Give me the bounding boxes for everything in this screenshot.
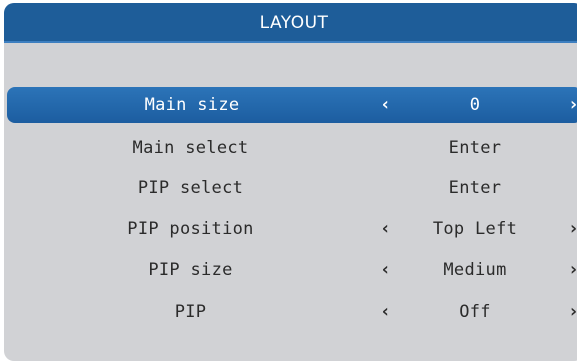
pip-position-label: PIP position bbox=[127, 219, 254, 239]
pip-position-value: Top Left bbox=[432, 219, 518, 239]
menu-row-pip-size[interactable]: PIP size ‹ Medium › bbox=[4, 251, 577, 289]
chevron-right-icon[interactable]: › bbox=[568, 210, 577, 248]
chevron-left-icon[interactable]: ‹ bbox=[380, 87, 391, 123]
menu-title: LAYOUT bbox=[4, 3, 577, 43]
chevron-right-icon[interactable]: › bbox=[568, 293, 577, 331]
chevron-left-icon[interactable]: ‹ bbox=[380, 251, 391, 289]
main-size-label: Main size bbox=[144, 95, 240, 115]
chevron-left-icon[interactable]: ‹ bbox=[380, 293, 391, 331]
chevron-right-icon[interactable]: › bbox=[568, 87, 577, 123]
main-size-value: 0 bbox=[469, 95, 481, 115]
menu-row-pip-position[interactable]: PIP position ‹ Top Left › bbox=[4, 210, 577, 248]
pip-size-value: Medium bbox=[443, 260, 507, 280]
main-select-value[interactable]: Enter bbox=[400, 129, 550, 167]
osd-menu-panel: LAYOUT Main size ‹ 0 › Main select Enter… bbox=[4, 3, 577, 361]
menu-row-main-select[interactable]: Main select Enter bbox=[4, 129, 577, 167]
pip-select-value[interactable]: Enter bbox=[400, 169, 550, 207]
pip-select-label: PIP select bbox=[137, 178, 244, 198]
chevron-left-icon[interactable]: ‹ bbox=[380, 210, 391, 248]
menu-row-pip-select[interactable]: PIP select Enter bbox=[4, 169, 577, 207]
pip-value: Off bbox=[459, 302, 491, 322]
menu-row-pip[interactable]: PIP ‹ Off › bbox=[4, 293, 577, 331]
main-select-label: Main select bbox=[132, 138, 249, 158]
chevron-right-icon[interactable]: › bbox=[568, 251, 577, 289]
pip-label: PIP bbox=[174, 302, 207, 322]
menu-row-main-size[interactable]: Main size ‹ 0 › bbox=[7, 87, 577, 123]
pip-size-label: PIP size bbox=[148, 260, 233, 280]
